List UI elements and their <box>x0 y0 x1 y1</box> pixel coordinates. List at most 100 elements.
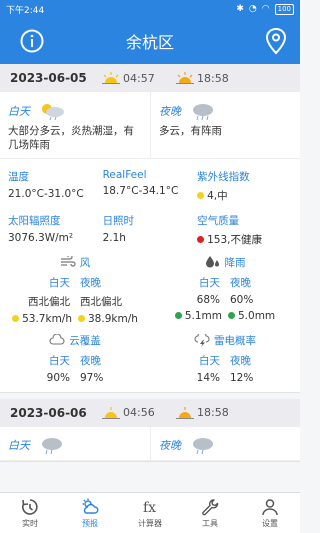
wind-block: 风 白天 夜晚 西北偏北 西北偏北 53.7km/h 38.9km/h <box>0 255 150 325</box>
temp-value: 21.0°C-31.0°C <box>8 187 84 200</box>
day-label: 白天 <box>8 104 30 118</box>
day-header: 2023-06-05 04:57 18:58 <box>0 64 300 92</box>
battery-icon: 100 <box>274 3 294 15</box>
sunrise-icon <box>102 72 120 84</box>
cloudy-rain-icon <box>193 438 214 455</box>
wind-night-dot <box>78 315 85 322</box>
tab-label: 设置 <box>262 518 278 528</box>
day-card[interactable]: 白天 大部分多云，炎热潮湿，有几场阵雨 夜晚 多云，有阵雨 温度 21.0°C-… <box>0 92 300 393</box>
bluetooth-icon: ✱ <box>236 4 244 14</box>
wind-speed-night: 38.9km/h <box>88 312 138 325</box>
tab-realtime[interactable]: 实时 <box>0 493 60 533</box>
day-night-summary: 白天 大部分多云，炎热潮湿，有几场阵雨 夜晚 多云，有阵雨 <box>0 92 300 159</box>
settings-icon <box>262 498 278 515</box>
aqi-dot <box>197 235 205 243</box>
tab-tools[interactable]: 工具 <box>180 493 240 533</box>
cloud-label: 云覆盖 <box>69 334 101 347</box>
status-bar: 下午2:44 ✱ ◔ ◠ 100 <box>0 0 300 18</box>
sunrise: 04:56 <box>102 406 172 419</box>
wind-day-dot <box>12 315 20 322</box>
solar-value: 3076.3W/m² <box>8 231 74 244</box>
sunrise-time: 04:57 <box>123 71 155 85</box>
wind-icon <box>60 256 76 267</box>
cloud-icon <box>49 334 65 345</box>
sunrise: 04:57 <box>102 72 172 85</box>
rain-prob-night: 60% <box>230 293 254 306</box>
rain-night-dot <box>228 312 235 319</box>
night-summary: 夜晚 <box>150 426 300 460</box>
thunder-icon <box>194 333 210 347</box>
tab-label: 计算器 <box>138 518 162 528</box>
forecast-list[interactable]: 2023-06-05 04:57 18:58 白天 大部分多云，炎热潮湿，有几场… <box>0 64 300 492</box>
status-icons: ✱ ◔ ◠ 100 <box>236 3 294 15</box>
rain-label: 降雨 <box>224 256 246 269</box>
wind-dir-night: 西北偏北 <box>80 295 122 308</box>
sunset: 18:58 <box>176 406 246 419</box>
stats-row-1: 温度 21.0°C-31.0°C RealFeel 18.7°C-34.1°C … <box>0 159 300 203</box>
day-summary: 白天 大部分多云，炎热潮湿，有几场阵雨 <box>0 92 150 158</box>
calculator-icon: fx <box>143 500 156 516</box>
rain-amt-night: 5.0mm <box>238 309 276 322</box>
solar-label: 太阳辐照度 <box>8 214 61 227</box>
realfeel-label: RealFeel <box>102 168 147 181</box>
alarm-icon: ◔ <box>248 4 257 14</box>
thunder-day-label: 白天 <box>199 354 220 367</box>
day-header: 2023-06-06 04:56 18:58 <box>0 398 300 427</box>
cloud-day-value: 90% <box>46 371 70 384</box>
sunset-icon <box>176 72 194 84</box>
wifi-icon: ◠ <box>261 4 270 14</box>
wind-day-label: 白天 <box>49 276 70 289</box>
sunset-time: 18:58 <box>197 406 229 419</box>
thunder-day-value: 14% <box>196 371 220 384</box>
tab-calculator[interactable]: fx 计算器 <box>120 493 180 533</box>
cloudy-rain-icon <box>42 438 63 455</box>
day-card[interactable]: 白天 夜晚 <box>0 426 300 462</box>
day-date: 2023-06-05 <box>10 71 87 85</box>
tab-forecast[interactable]: 预报 <box>60 493 120 533</box>
rain-day-label: 白天 <box>199 276 220 289</box>
aqi-row: 153,不健康 <box>197 232 292 247</box>
thunder-label: 雷电概率 <box>214 334 256 347</box>
tab-settings[interactable]: 设置 <box>240 493 300 533</box>
night-description: 多云，有阵雨 <box>159 124 222 137</box>
night-label: 夜晚 <box>159 439 181 452</box>
cloud-night-label: 夜晚 <box>80 354 101 367</box>
thunder-night-value: 12% <box>230 371 254 384</box>
realtime-icon <box>22 498 38 515</box>
cloud-day-label: 白天 <box>49 354 70 367</box>
wind-speed-day: 53.7km/h <box>22 312 72 325</box>
status-time: 下午2:44 <box>6 5 45 16</box>
sunset-icon <box>176 406 194 419</box>
temp-label: 温度 <box>8 170 29 183</box>
forecast-icon <box>82 498 99 514</box>
stats-row-2: 太阳辐照度 3076.3W/m² 日照时 2.1h 空气质量 153,不健康 <box>0 203 300 247</box>
aqi-value: 153,不健康 <box>207 233 263 246</box>
day-summary: 白天 <box>0 427 150 461</box>
realfeel-value: 18.7°C-34.1°C <box>102 184 179 197</box>
page-title: 余杭区 <box>125 33 174 52</box>
tab-label: 工具 <box>202 518 218 528</box>
sunset: 18:58 <box>176 72 246 85</box>
location-icon[interactable] <box>264 27 288 55</box>
wind-night-label: 夜晚 <box>80 276 101 289</box>
day-night-summary: 白天 夜晚 <box>0 426 300 461</box>
tools-icon <box>202 498 219 515</box>
night-summary: 夜晚 多云，有阵雨 <box>150 92 300 158</box>
cloudy-rain-icon <box>193 103 214 120</box>
cloud-thunder-section: 云覆盖 白天 夜晚 90% 97% 雷电概率 白天 夜晚 14% 12% <box>0 325 300 392</box>
rain-amt-day: 5.1mm <box>184 309 222 322</box>
partly-cloudy-rain-icon <box>42 103 65 120</box>
sunrise-time: 04:56 <box>123 406 155 419</box>
info-icon[interactable] <box>20 29 44 53</box>
svg-text:fx: fx <box>143 500 156 516</box>
raindrop-icon <box>205 256 219 268</box>
sunrise-icon <box>102 406 120 419</box>
thunder-night-label: 夜晚 <box>230 354 251 367</box>
cloud-block: 云覆盖 白天 夜晚 90% 97% <box>0 333 150 384</box>
uv-label: 紫外线指数 <box>197 170 250 183</box>
sunshine-value: 2.1h <box>102 231 126 244</box>
rain-prob-day: 68% <box>196 293 220 306</box>
day-label: 白天 <box>8 439 30 452</box>
day-description: 大部分多云，炎热潮湿，有几场阵雨 <box>8 124 134 151</box>
wind-rain-section: 风 白天 夜晚 西北偏北 西北偏北 53.7km/h 38.9km/h 降雨 白天 <box>0 247 300 325</box>
